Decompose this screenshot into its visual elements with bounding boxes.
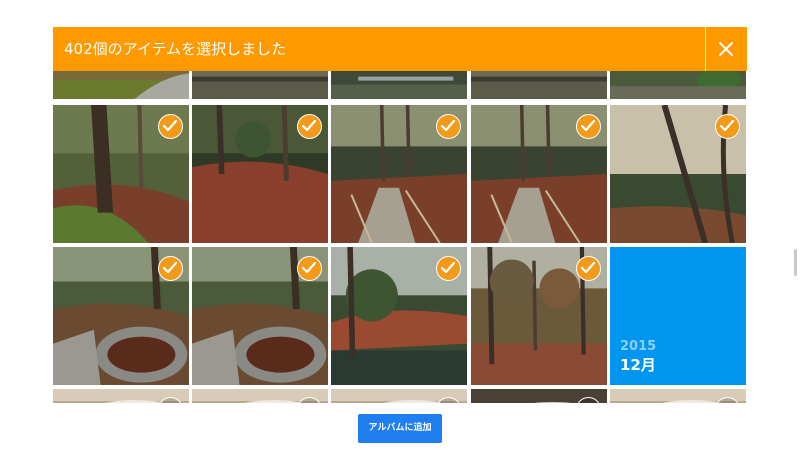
photo-image [610,71,746,99]
selected-check-icon[interactable] [297,114,322,139]
photo-thumbnail[interactable] [192,71,328,99]
photo-thumbnail[interactable] [331,71,467,99]
photo-thumbnail[interactable] [471,71,607,99]
photo-image [471,71,607,99]
photo-thumbnail[interactable] [610,105,746,243]
selected-check-icon[interactable] [436,256,461,281]
photo-selection-screen: 402個のアイテムを選択しました 2015 12月 アルバムに追加 [0,0,800,452]
photo-thumbnail[interactable] [471,105,607,243]
photo-image [331,71,467,99]
close-icon [719,42,733,56]
photo-thumbnail[interactable] [610,71,746,99]
photo-thumbnail[interactable] [53,247,189,385]
photo-thumbnail[interactable] [53,71,189,99]
photo-thumbnail[interactable] [192,105,328,243]
selected-check-icon[interactable] [715,114,740,139]
photo-thumbnail[interactable] [192,389,328,403]
selected-check-icon[interactable] [158,256,183,281]
selection-bar: 402個のアイテムを選択しました [53,27,747,71]
scrollbar-thumb[interactable] [794,249,797,276]
selection-count-title: 402個のアイテムを選択しました [64,40,287,58]
close-button[interactable] [706,27,747,71]
photo-thumbnail[interactable] [471,247,607,385]
photo-thumbnail[interactable] [471,389,607,403]
date-month: 12月 [620,356,656,374]
selected-check-icon[interactable] [576,256,601,281]
photo-thumbnail[interactable] [192,247,328,385]
photo-thumbnail[interactable] [331,389,467,403]
photo-thumbnail[interactable] [53,105,189,243]
photo-thumbnail[interactable] [331,105,467,243]
photo-image [53,71,189,99]
date-year: 2015 [620,339,657,354]
selected-check-icon[interactable] [158,114,183,139]
photo-thumbnail[interactable] [53,389,189,403]
photo-image [192,71,328,99]
selected-check-icon[interactable] [436,114,461,139]
selected-check-icon[interactable] [576,114,601,139]
photo-thumbnail[interactable] [610,389,746,403]
photo-thumbnail[interactable] [331,247,467,385]
photo-grid: 2015 12月 [53,71,747,403]
add-to-album-button[interactable]: アルバムに追加 [358,414,442,443]
date-divider-tile: 2015 12月 [610,247,746,385]
selected-check-icon[interactable] [297,256,322,281]
